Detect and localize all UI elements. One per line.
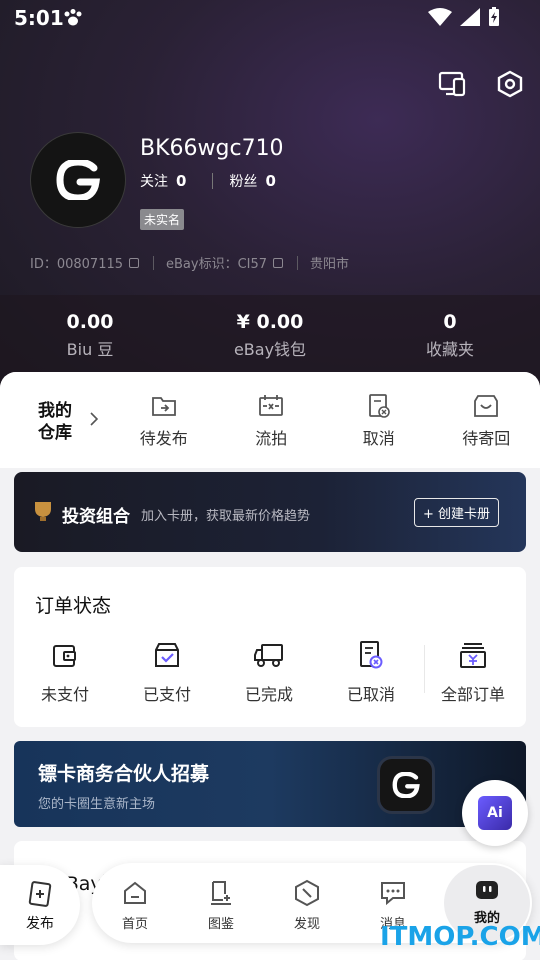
brand-logo-icon: [56, 160, 100, 200]
warehouse-title[interactable]: 我的仓库: [0, 372, 110, 468]
order-completed[interactable]: 已完成: [218, 639, 320, 705]
create-album-button[interactable]: + 创建卡册: [414, 498, 500, 527]
stat-value: 0: [443, 311, 457, 333]
stat-label: 收藏夹: [425, 340, 474, 359]
publish-icon: [28, 881, 52, 907]
order-label: 已取消: [346, 685, 395, 704]
return-box-icon: [474, 395, 499, 417]
watermark: ITMOP.COM: [380, 922, 540, 952]
publish-label: 发布: [26, 916, 54, 932]
tab-label: 图鉴: [207, 916, 234, 932]
partner-banner[interactable]: 镖卡商务合伙人招募 您的卡圈生意新主场: [14, 741, 526, 827]
follow-count: 0: [176, 172, 187, 190]
ai-icon: Ai: [478, 796, 512, 830]
copy-icon[interactable]: [273, 257, 284, 268]
wifi-icon: [428, 8, 452, 26]
copy-icon[interactable]: [129, 257, 140, 268]
paw-icon: [64, 9, 82, 26]
order-label: 已支付: [142, 685, 191, 704]
tab-discover[interactable]: 发现: [264, 875, 350, 932]
warehouse-item-cancelled[interactable]: 取消: [325, 391, 433, 449]
warehouse-item-label: 待寄回: [462, 429, 511, 448]
avatar[interactable]: [30, 132, 126, 228]
ai-assistant-button[interactable]: Ai: [462, 780, 528, 846]
order-all[interactable]: 全部订单: [422, 639, 524, 705]
tab-home[interactable]: 首页: [92, 875, 178, 932]
partner-subtitle: 您的卡圈生意新主场: [38, 797, 156, 812]
fans-count: 0: [265, 172, 276, 190]
devices-icon[interactable]: [436, 68, 468, 100]
upload-folder-icon: [151, 397, 176, 416]
stat-value: ¥ 0.00: [236, 311, 304, 333]
cancel-doc-icon: [368, 394, 390, 418]
catalog-icon: [211, 880, 231, 905]
portfolio-title: 投资组合: [62, 507, 130, 527]
follow-label[interactable]: 关注: [140, 171, 168, 191]
warehouse-title-text: 我的仓库: [38, 401, 72, 443]
order-unpaid[interactable]: 未支付: [14, 639, 116, 705]
brand-logo-icon: [380, 759, 432, 811]
settings-icon[interactable]: [494, 68, 526, 100]
order-label: 未支付: [40, 685, 89, 704]
status-time: 5:01: [14, 6, 64, 30]
tab-label: 发现: [293, 916, 320, 932]
publish-button[interactable]: 发布: [0, 865, 80, 945]
stat-value: 0.00: [66, 311, 114, 333]
follow-stats: 关注 0 粉丝 0: [140, 171, 276, 191]
warehouse-item-label: 待发布: [139, 429, 188, 448]
paid-bag-icon: [155, 643, 179, 667]
stat-label: Biu 豆: [66, 340, 114, 359]
id-row: ID：00807115 eBay标识：CI57 贵阳市: [30, 253, 349, 272]
order-paid[interactable]: 已支付: [116, 639, 218, 705]
message-icon: [381, 881, 405, 905]
portfolio-subtitle: 加入卡册，获取最新价格趋势: [141, 509, 311, 524]
portfolio-banner[interactable]: 投资组合 加入卡册，获取最新价格趋势 + 创建卡册: [14, 472, 526, 552]
username: BK66wgc710: [140, 136, 284, 161]
section-title: 订单状态: [35, 595, 112, 617]
status-bar: 5:01: [0, 0, 540, 38]
warehouse-item-label: 流拍: [255, 429, 288, 448]
yuan-box-icon: [460, 643, 486, 668]
stat-label: eBay钱包: [233, 340, 307, 359]
ebay-id: eBay标识：CI57: [166, 257, 268, 272]
tab-catalog[interactable]: 图鉴: [178, 875, 264, 932]
battery-icon: [489, 7, 499, 26]
order-label: 已完成: [244, 685, 293, 704]
fans-label[interactable]: 粉丝: [229, 171, 257, 191]
divider: [297, 255, 299, 270]
order-label: 全部订单: [440, 685, 505, 704]
truck-icon: [254, 644, 283, 667]
auction-fail-icon: [259, 395, 284, 416]
warehouse-section: 我的仓库 待发布 流拍 取消 待寄回: [0, 372, 540, 468]
profile-icon: [476, 881, 498, 899]
order-cancelled[interactable]: 已取消: [320, 639, 422, 705]
wallet-icon: [53, 645, 76, 667]
home-icon: [124, 881, 146, 904]
order-status-section: 订单状态 未支付 已支付 已完成 已取消 全部订单: [14, 567, 526, 727]
divider: [153, 255, 155, 270]
tab-label: 首页: [121, 916, 148, 932]
user-id: ID：00807115: [30, 257, 124, 272]
trophy-icon: [35, 502, 51, 521]
partner-title: 镖卡商务合伙人招募: [38, 763, 210, 785]
warehouse-item-pending-return[interactable]: 待寄回: [433, 391, 540, 449]
warehouse-item-pending-publish[interactable]: 待发布: [110, 391, 218, 449]
cancel-doc-icon: [360, 641, 383, 669]
warehouse-item-label: 取消: [362, 429, 395, 448]
verification-badge[interactable]: 未实名: [140, 209, 185, 230]
location: 贵阳市: [310, 257, 350, 272]
divider: [212, 173, 214, 189]
chevron-right-icon: [90, 412, 98, 426]
discover-icon: [295, 879, 319, 906]
profile-header: 5:01 BK66wgc710 关注 0 粉丝 0 未实名 ID：0080711…: [0, 0, 540, 400]
warehouse-item-unsold[interactable]: 流拍: [218, 391, 326, 449]
signal-icon: [460, 8, 480, 26]
